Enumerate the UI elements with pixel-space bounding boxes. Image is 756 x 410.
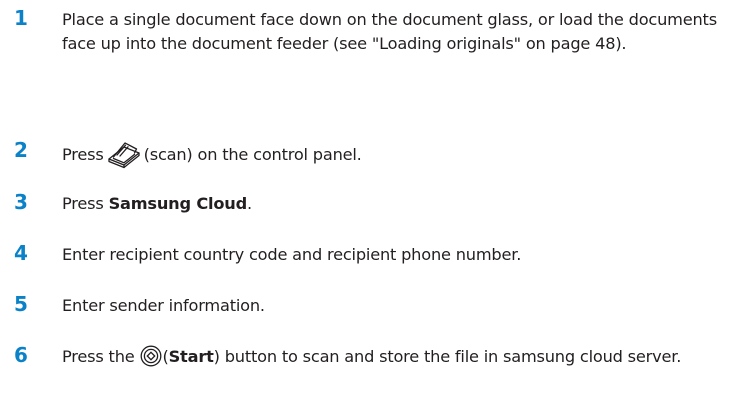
step-text: Press the (Start) button to scan and sto… xyxy=(62,345,742,374)
step-text: Press (scan) on the control panel. xyxy=(62,140,752,177)
step-text: Enter recipient country code and recipie… xyxy=(62,245,522,264)
step-text: Place a single document face down on the… xyxy=(62,10,717,53)
step-text-after: (scan) on the control panel. xyxy=(143,145,362,164)
start-icon xyxy=(140,345,162,374)
samsung-cloud-label: Samsung Cloud xyxy=(108,194,248,213)
step-number: 4 xyxy=(14,241,28,265)
step-number: 2 xyxy=(14,138,28,162)
step-text-before: Press xyxy=(62,194,109,213)
step-text-after: ) button to scan and store the file in s… xyxy=(213,347,682,366)
step-number: 6 xyxy=(14,343,28,367)
start-label: Start xyxy=(168,347,214,366)
step-text: Press Samsung Cloud. xyxy=(62,192,752,216)
step-text-before: Press the xyxy=(62,347,135,366)
instruction-steps: 1 Place a single document face down on t… xyxy=(0,0,756,410)
scan-icon xyxy=(106,140,142,177)
step-number: 1 xyxy=(14,6,28,30)
step-text-after: . xyxy=(246,194,252,213)
step-text: Enter sender information. xyxy=(62,296,265,315)
step-text-before: Press xyxy=(62,145,104,164)
step-number: 3 xyxy=(14,190,28,214)
step-number: 5 xyxy=(14,292,28,316)
